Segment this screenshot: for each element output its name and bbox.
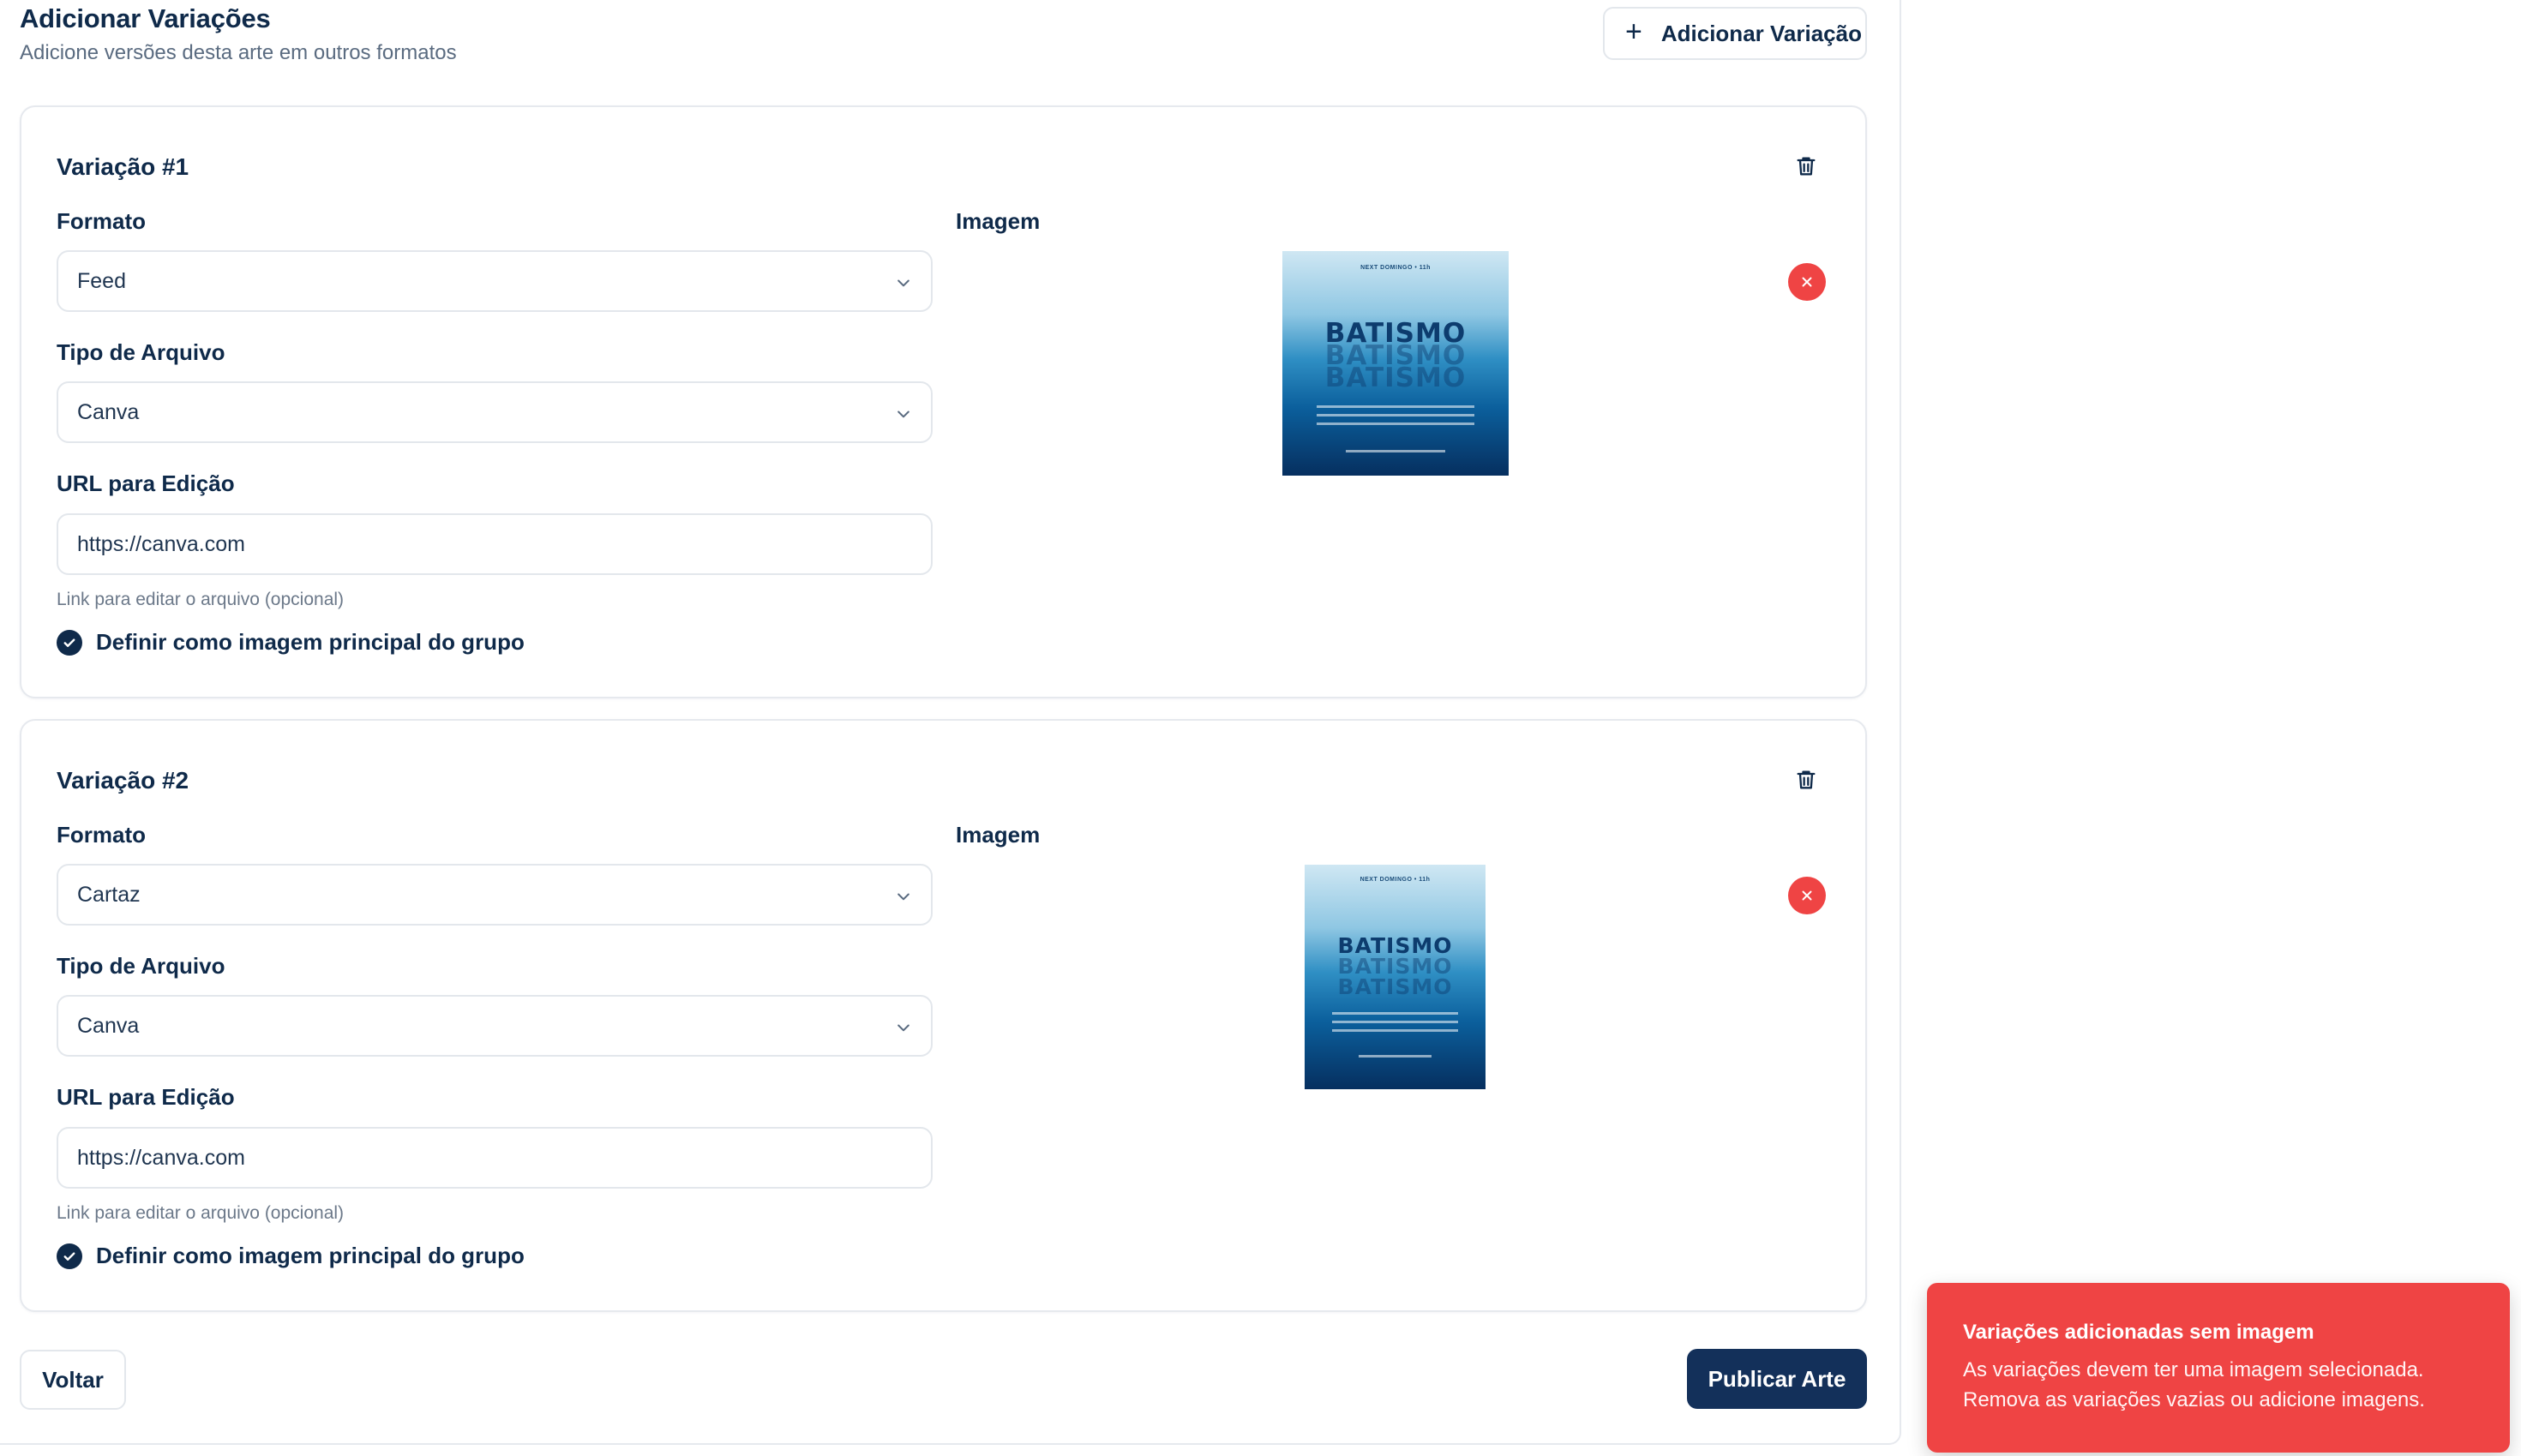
- main-image-checkbox[interactable]: Definir como imagem principal do grupo: [57, 1243, 525, 1269]
- url-label: URL para Edição: [57, 1084, 235, 1110]
- file-type-select[interactable]: Canva: [57, 381, 933, 443]
- format-value: Feed: [77, 268, 126, 293]
- image-label: Imagem: [956, 822, 1041, 848]
- variation-image: NEXT DOMINGO • 11h BATISMO BATISMO BATIS…: [1305, 865, 1486, 1089]
- format-select[interactable]: Feed: [57, 250, 933, 312]
- page-subtitle: Adicione versões desta arte em outros fo…: [20, 41, 457, 64]
- file-type-select[interactable]: Canva: [57, 995, 933, 1057]
- chevron-down-icon: [897, 1024, 909, 1032]
- url-hint: Link para editar o arquivo (opcional): [57, 590, 345, 609]
- format-label: Formato: [57, 208, 146, 234]
- format-label: Formato: [57, 822, 146, 848]
- variation-title: Variação #1: [57, 153, 189, 180]
- main-image-label: Definir como imagem principal do grupo: [96, 1243, 525, 1268]
- url-value: https://canva.com: [77, 531, 245, 556]
- remove-image-button[interactable]: [1788, 877, 1826, 914]
- url-input[interactable]: https://canva.com: [57, 1127, 933, 1189]
- error-toast[interactable]: Variações adicionadas sem imagem As vari…: [1927, 1283, 2510, 1453]
- file-type-value: Canva: [77, 399, 140, 424]
- toast-line-1: As variações devem ter uma imagem seleci…: [1963, 1358, 2424, 1381]
- publish-button[interactable]: Publicar Arte: [1687, 1349, 1867, 1409]
- main-image-label: Definir como imagem principal do grupo: [96, 629, 525, 655]
- url-input[interactable]: https://canva.com: [57, 513, 933, 575]
- check-icon: [57, 629, 82, 656]
- trash-icon[interactable]: [1794, 767, 1818, 793]
- add-variation-button[interactable]: + Adicionar Variação: [1603, 7, 1867, 60]
- url-label: URL para Edição: [57, 470, 235, 496]
- variation-card-2: Variação #2 Formato Cartaz Tipo de Arqui…: [20, 719, 1867, 1312]
- file-type-label: Tipo de Arquivo: [57, 953, 225, 979]
- variation-title: Variação #2: [57, 767, 189, 794]
- trash-icon[interactable]: [1794, 153, 1818, 179]
- main-panel: Adicionar Variações Adicione versões des…: [0, 0, 1901, 1445]
- chevron-down-icon: [897, 279, 909, 287]
- file-type-label: Tipo de Arquivo: [57, 339, 225, 365]
- url-hint: Link para editar o arquivo (opcional): [57, 1203, 345, 1223]
- image-label: Imagem: [956, 208, 1041, 234]
- url-value: https://canva.com: [77, 1145, 245, 1170]
- main-image-checkbox[interactable]: Definir como imagem principal do grupo: [57, 629, 525, 656]
- variation-card-1: Variação #1 Formato Feed Tipo de Arquivo…: [20, 105, 1867, 698]
- check-icon: [57, 1243, 82, 1269]
- toast-title: Variações adicionadas sem imagem: [1963, 1321, 2314, 1344]
- page-title: Adicionar Variações: [20, 3, 271, 33]
- back-button[interactable]: Voltar: [20, 1350, 126, 1410]
- add-variation-label: Adicionar Variação: [1660, 20, 1862, 46]
- toast-line-2: Remova as variações vazias ou adicione i…: [1963, 1388, 2425, 1411]
- chevron-down-icon: [897, 893, 909, 901]
- file-type-value: Canva: [77, 1013, 140, 1038]
- remove-image-button[interactable]: [1788, 263, 1826, 301]
- chevron-down-icon: [897, 410, 909, 418]
- plus-icon: +: [1625, 15, 1642, 48]
- format-select[interactable]: Cartaz: [57, 864, 933, 926]
- format-value: Cartaz: [77, 882, 141, 907]
- variation-image: NEXT DOMINGO • 11h BATISMO BATISMO BATIS…: [1282, 251, 1509, 476]
